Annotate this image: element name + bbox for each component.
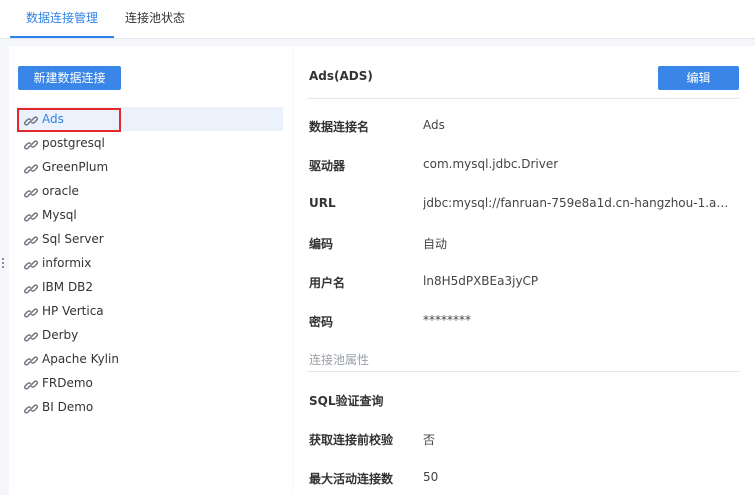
connection-item[interactable]: GreenPlum — [17, 155, 283, 179]
field-label-connection-name: 数据连接名 — [309, 120, 370, 134]
connection-item[interactable]: Apache Kylin — [17, 347, 283, 371]
connection-list-panel: 新建数据连接 Ads postgresql GreenPlum oracle Mysql… — [9, 46, 292, 495]
field-label-max-active: 最大活动连接数 — [309, 472, 394, 486]
link-icon — [24, 376, 38, 390]
connection-item-label: FRDemo — [42, 376, 93, 390]
link-icon — [24, 304, 38, 318]
connection-item-label: Apache Kylin — [42, 352, 119, 366]
connection-item[interactable]: IBM DB2 — [17, 275, 283, 299]
link-icon — [24, 352, 38, 366]
connection-item-label: GreenPlum — [42, 160, 109, 174]
connection-item[interactable]: BI Demo — [17, 395, 283, 419]
connection-item[interactable]: Ads — [17, 107, 283, 131]
connection-item-label: Derby — [42, 328, 79, 342]
field-label-test-on-borrow: 获取连接前校验 — [309, 433, 394, 447]
link-icon — [24, 208, 38, 222]
connection-item-label: Ads — [42, 112, 64, 126]
field-value-test-on-borrow: 否 — [423, 433, 436, 447]
field-label-sql-validation: SQL验证查询 — [309, 394, 384, 408]
link-icon — [24, 160, 38, 174]
link-icon — [24, 280, 38, 294]
connection-item-label: informix — [42, 256, 92, 270]
field-value-max-active: 50 — [423, 470, 439, 484]
divider — [307, 98, 739, 99]
connection-item-label: oracle — [42, 184, 79, 198]
pool-section-title: 连接池属性 — [309, 353, 370, 367]
field-value-password: ******** — [423, 313, 471, 327]
connection-item[interactable]: HP Vertica — [17, 299, 283, 323]
connection-item[interactable]: Sql Server — [17, 227, 283, 251]
top-tab-bar: 数据连接管理 连接池状态 — [0, 0, 755, 39]
field-value-driver: com.mysql.jdbc.Driver — [423, 157, 559, 171]
field-label-driver: 驱动器 — [309, 159, 346, 173]
connection-detail-panel: Ads(ADS) 编辑 数据连接名 Ads 驱动器 com.mysql.jdbc… — [293, 46, 755, 495]
new-connection-button[interactable]: 新建数据连接 — [18, 66, 121, 90]
link-icon — [24, 184, 38, 198]
link-icon — [24, 232, 38, 246]
link-icon — [24, 400, 38, 414]
field-value-encoding: 自动 — [423, 237, 448, 251]
connection-item-label: IBM DB2 — [42, 280, 94, 294]
divider — [307, 371, 739, 372]
field-label-username: 用户名 — [309, 276, 346, 290]
edit-button[interactable]: 编辑 — [658, 66, 739, 90]
connection-item[interactable]: postgresql — [17, 131, 283, 155]
connection-item-label: postgresql — [42, 136, 105, 150]
connection-list: Ads postgresql GreenPlum oracle Mysql Sql Ser… — [17, 107, 283, 419]
detail-title: Ads(ADS) — [309, 69, 373, 83]
field-value-url: jdbc:mysql://fanruan-759e8a1d.cn-hangzho… — [423, 196, 735, 210]
connection-item[interactable]: informix — [17, 251, 283, 275]
connection-item-label: BI Demo — [42, 400, 94, 414]
link-icon — [24, 256, 38, 270]
connection-item[interactable]: Mysql — [17, 203, 283, 227]
field-value-username: ln8H5dPXBEa3jyCP — [423, 274, 539, 288]
connection-item-label: Mysql — [42, 208, 77, 222]
connection-item[interactable]: Derby — [17, 323, 283, 347]
connection-item[interactable]: FRDemo — [17, 371, 283, 395]
connection-item-label: Sql Server — [42, 232, 104, 246]
field-label-password: 密码 — [309, 315, 334, 329]
connection-item-label: HP Vertica — [42, 304, 104, 318]
link-icon — [24, 328, 38, 342]
tab-connection-management[interactable]: 数据连接管理 — [10, 0, 114, 38]
field-label-encoding: 编码 — [309, 237, 334, 251]
connection-item[interactable]: oracle — [17, 179, 283, 203]
field-label-url: URL — [309, 196, 336, 210]
field-value-connection-name: Ads — [423, 118, 445, 132]
tab-pool-status[interactable]: 连接池状态 — [114, 0, 196, 38]
link-icon — [24, 136, 38, 150]
link-icon — [24, 112, 38, 126]
resize-handle[interactable] — [0, 258, 6, 272]
